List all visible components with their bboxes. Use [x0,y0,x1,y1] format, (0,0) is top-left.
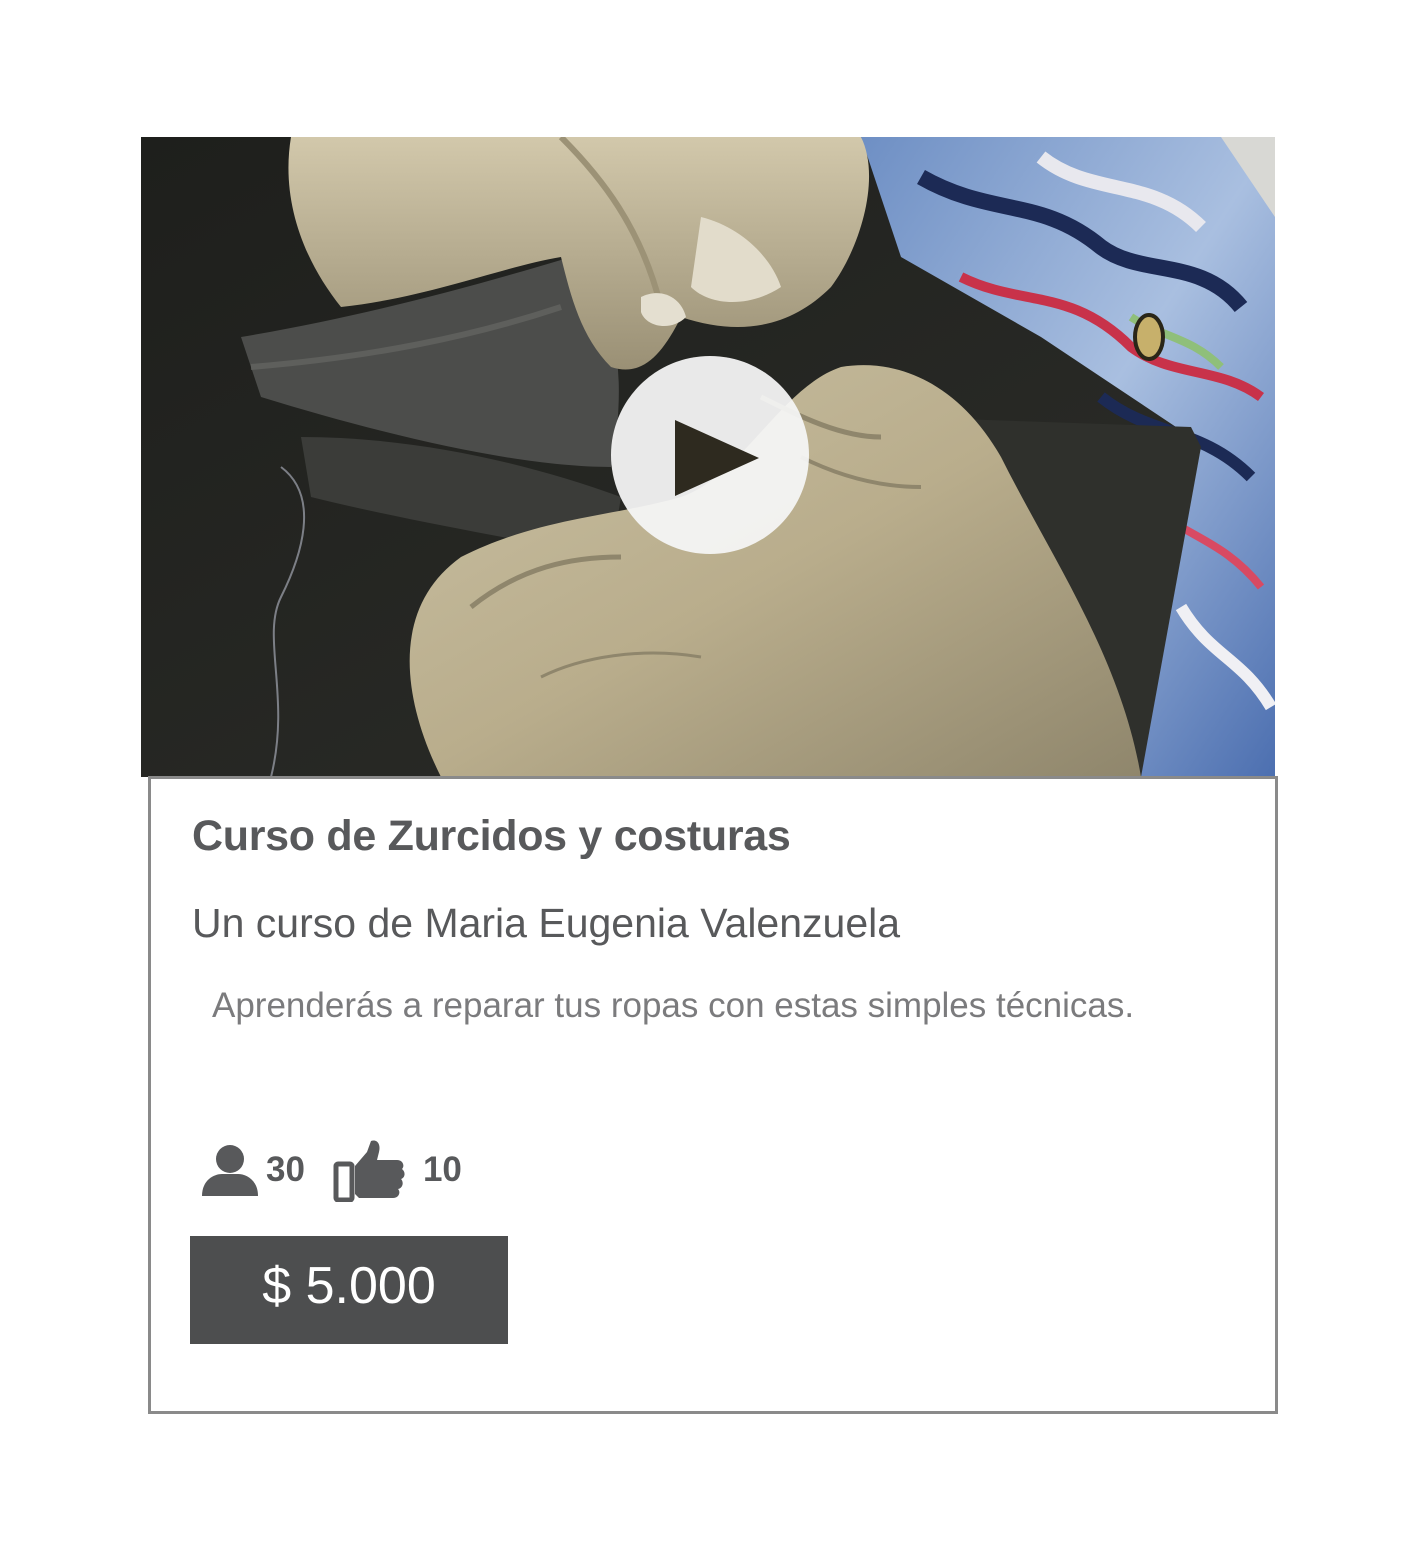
price-button[interactable]: $ 5.000 [190,1236,508,1344]
play-button[interactable] [611,356,809,554]
likes-count: 10 [422,1150,462,1189]
play-icon [675,420,759,496]
students-count: 30 [266,1150,305,1189]
user-icon [200,1144,260,1196]
course-stats: 30 10 [200,1138,462,1202]
course-video-thumbnail[interactable] [141,137,1275,777]
thumbs-up-icon[interactable] [333,1138,409,1202]
course-description: Aprenderás a reparar tus ropas con estas… [212,986,1135,1025]
course-title[interactable]: Curso de Zurcidos y costuras [192,812,791,861]
course-author: Un curso de Maria Eugenia Valenzuela [192,900,901,946]
